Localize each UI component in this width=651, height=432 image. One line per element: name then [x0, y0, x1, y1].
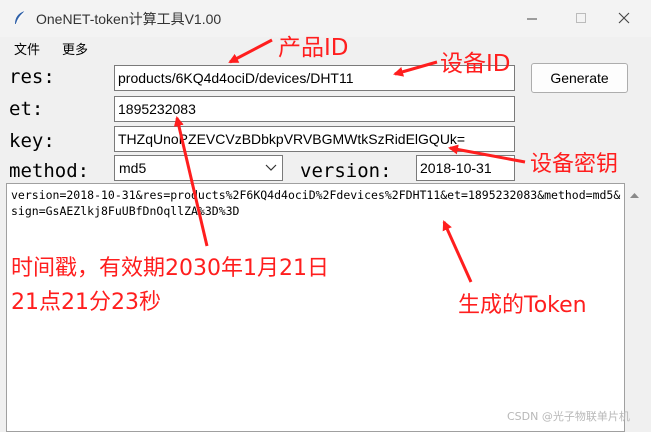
et-label: et: — [9, 98, 44, 120]
annotation-timestamp-line1: 时间戳，有效期2030年1月21日 — [11, 256, 329, 281]
version-input[interactable]: 2018-10-31 — [416, 155, 515, 181]
scroll-up-icon — [630, 193, 639, 198]
menu-file[interactable]: 文件 — [14, 39, 40, 58]
minimize-icon — [527, 18, 537, 20]
res-label: res: — [9, 66, 55, 88]
menu-more[interactable]: 更多 — [62, 39, 88, 58]
close-button[interactable] — [600, 0, 648, 37]
annotation-product-id: 产品ID — [278, 35, 349, 61]
annotation-timestamp-line2: 21点21分23秒 — [11, 290, 161, 315]
maximize-icon — [576, 13, 586, 23]
version-label: version: — [300, 160, 392, 182]
annotation-device-id: 设备ID — [440, 51, 511, 77]
key-input[interactable]: THZqUnoPZEVCVzBDbkpVRVBGMWtkSzRidElGQUk= — [114, 126, 515, 152]
chevron-down-icon — [265, 164, 277, 171]
output-text: version=2018-10-31&res=products%2F6KQ4d4… — [11, 188, 621, 218]
annotation-token: 生成的Token — [458, 293, 587, 318]
feather-icon — [15, 10, 26, 25]
window-title: OneNET-token计算工具V1.00 — [36, 11, 222, 27]
annotation-device-key: 设备密钥 — [530, 152, 619, 177]
method-select[interactable]: md5 — [114, 155, 283, 181]
maximize-button[interactable] — [557, 0, 605, 37]
minimize-button[interactable] — [508, 0, 556, 37]
et-input[interactable]: 1895232083 — [114, 96, 515, 122]
output-scrollbar[interactable] — [625, 183, 644, 432]
generate-button[interactable]: Generate — [531, 63, 628, 93]
method-label: method: — [9, 160, 90, 182]
watermark: CSDN @光子物联单片机 — [507, 410, 630, 423]
key-label: key: — [9, 130, 55, 152]
close-icon — [618, 12, 630, 24]
method-value: md5 — [119, 160, 147, 176]
